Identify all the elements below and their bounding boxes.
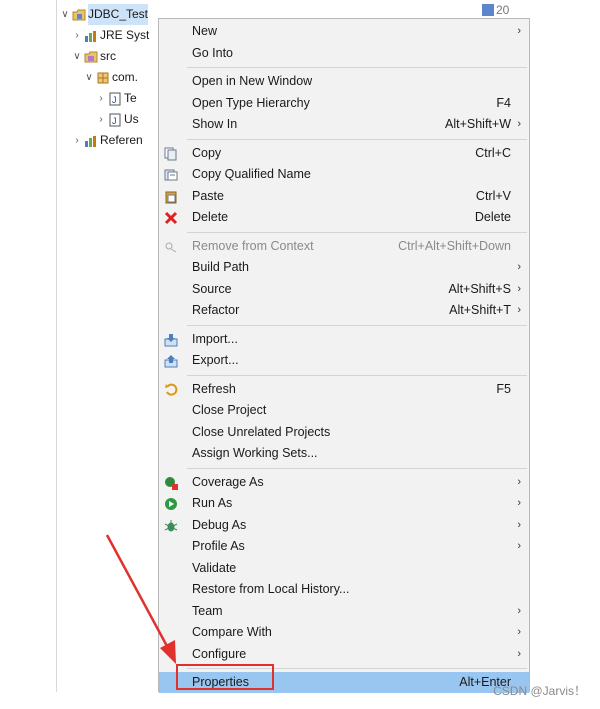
watermark: CSDN @Jarvis！ bbox=[493, 684, 586, 698]
annotation-arrow bbox=[105, 534, 176, 664]
annotation-highlight-box bbox=[176, 664, 274, 690]
